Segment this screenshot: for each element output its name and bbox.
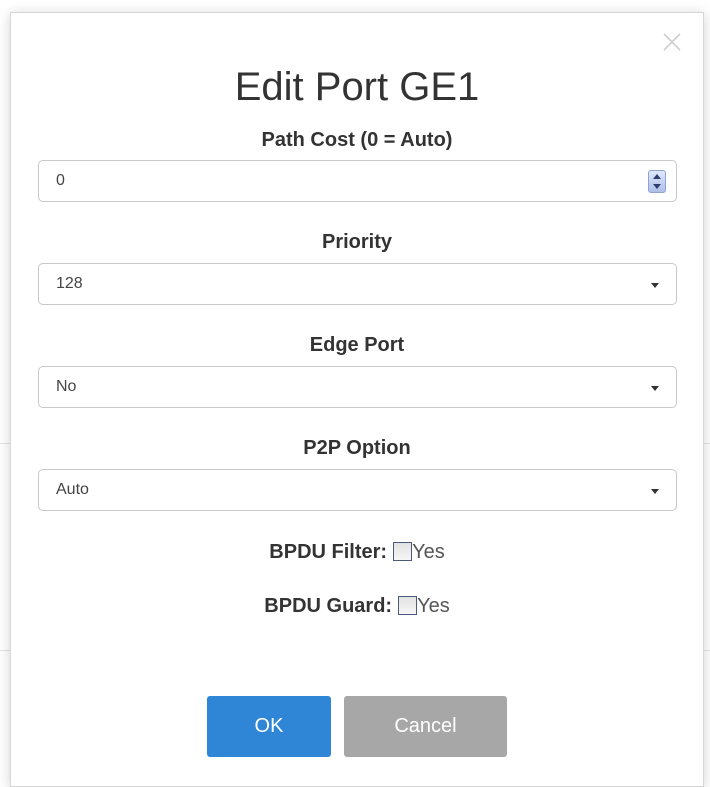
cancel-button[interactable]: Cancel — [344, 696, 507, 757]
bpdu-filter-checkbox[interactable] — [393, 542, 413, 561]
edge-port-select[interactable]: No — [38, 366, 677, 408]
ok-button[interactable]: OK — [207, 696, 331, 757]
close-icon — [663, 33, 681, 51]
spinner-down-icon[interactable] — [653, 184, 661, 189]
path-cost-value: 0 — [56, 172, 65, 189]
priority-select[interactable]: 128 — [38, 263, 677, 305]
bpdu-guard-row: BPDU Guard: Yes — [11, 595, 703, 618]
path-cost-input[interactable]: 0 — [38, 160, 677, 202]
edge-port-label: Edge Port — [309, 334, 405, 356]
chevron-down-icon — [651, 283, 659, 288]
p2p-option-label: P2P Option — [303, 437, 411, 459]
path-cost-label: Path Cost (0 = Auto) — [261, 129, 453, 151]
bpdu-guard-label: BPDU Guard: — [264, 595, 393, 617]
page-background: Edit Port GE1 Path Cost (0 = Auto) 0 Pri… — [0, 0, 710, 787]
number-spinner[interactable] — [648, 170, 666, 193]
spinner-up-icon[interactable] — [653, 174, 661, 179]
chevron-down-icon — [651, 386, 659, 391]
edit-port-dialog: Edit Port GE1 Path Cost (0 = Auto) 0 Pri… — [10, 12, 704, 787]
p2p-option-value: Auto — [56, 481, 89, 498]
bpdu-guard-option: Yes — [417, 595, 450, 617]
priority-label: Priority — [321, 231, 393, 253]
chevron-down-icon — [651, 489, 659, 494]
bpdu-filter-row: BPDU Filter: Yes — [11, 541, 703, 564]
bpdu-filter-label: BPDU Filter: — [269, 541, 388, 563]
priority-value: 128 — [56, 275, 83, 292]
bpdu-filter-option: Yes — [412, 541, 445, 563]
p2p-option-select[interactable]: Auto — [38, 469, 677, 511]
dialog-title: Edit Port GE1 — [234, 65, 480, 109]
edge-port-value: No — [56, 378, 77, 395]
close-button[interactable] — [661, 31, 683, 53]
bpdu-guard-checkbox[interactable] — [398, 596, 418, 615]
